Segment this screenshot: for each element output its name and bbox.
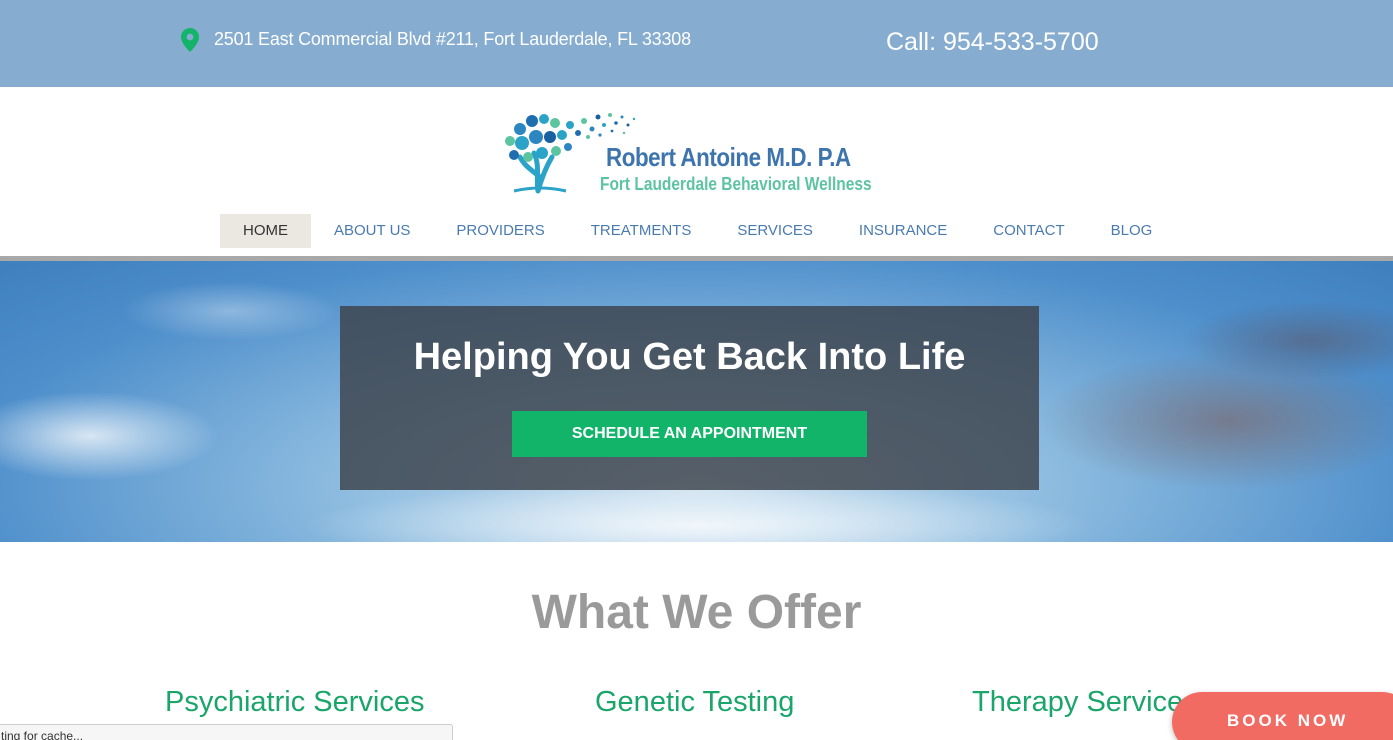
nav-item-home[interactable]: HOME: [220, 214, 311, 248]
service-heading-psychiatric[interactable]: Psychiatric Services: [165, 686, 424, 719]
site-header: Robert Antoine M.D. P.A Fort Lauderdale …: [0, 87, 1393, 257]
book-now-button[interactable]: BOOK NOW: [1172, 692, 1393, 740]
main-nav: HOME ABOUT US PROVIDERS TREATMENTS SERVI…: [220, 214, 1175, 248]
phone-link[interactable]: Call: 954-533-5700: [886, 28, 1099, 57]
service-heading-genetic-testing[interactable]: Genetic Testing: [595, 686, 794, 719]
schedule-appointment-button[interactable]: SCHEDULE AN APPOINTMENT: [512, 411, 867, 457]
site-logo[interactable]: Robert Antoine M.D. P.A Fort Lauderdale …: [500, 107, 872, 197]
hero-title: Helping You Get Back Into Life: [413, 336, 966, 378]
service-heading-therapy[interactable]: Therapy Service: [972, 686, 1183, 719]
hero-overlay-box: Helping You Get Back Into Life SCHEDULE …: [340, 306, 1039, 490]
browser-status-bar: ting for cache...: [0, 724, 453, 740]
nav-item-contact[interactable]: CONTACT: [970, 214, 1087, 248]
practice-name: Robert Antoine M.D. P.A: [606, 142, 851, 172]
nav-item-about-us[interactable]: ABOUT US: [311, 214, 433, 248]
map-pin-icon: [181, 28, 199, 52]
nav-item-insurance[interactable]: INSURANCE: [836, 214, 970, 248]
top-contact-bar: 2501 East Commercial Blvd #211, Fort Lau…: [0, 0, 1393, 87]
nav-item-blog[interactable]: BLOG: [1088, 214, 1176, 248]
nav-item-services[interactable]: SERVICES: [714, 214, 836, 248]
nav-item-providers[interactable]: PROVIDERS: [433, 214, 567, 248]
hero-banner: Helping You Get Back Into Life SCHEDULE …: [0, 261, 1393, 542]
cloud-decoration: [120, 281, 340, 341]
section-title-what-we-offer: What We Offer: [531, 586, 862, 639]
cloud-decoration: [300, 481, 1100, 542]
address-text: 2501 East Commercial Blvd #211, Fort Lau…: [214, 29, 691, 49]
cloud-decoration: [0, 391, 220, 481]
practice-subtitle: Fort Lauderdale Behavioral Wellness: [600, 174, 872, 194]
nav-item-treatments[interactable]: TREATMENTS: [568, 214, 715, 248]
